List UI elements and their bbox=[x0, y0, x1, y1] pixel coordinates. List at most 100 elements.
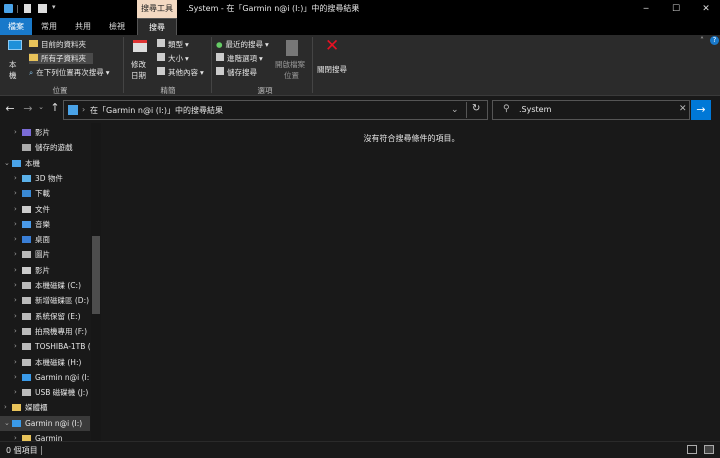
chevron-right-icon[interactable]: › bbox=[14, 339, 17, 354]
date-modified-button[interactable]: 修改 日期 bbox=[128, 38, 152, 82]
address-dropdown-icon[interactable]: ⌄ bbox=[451, 105, 459, 115]
recent-searches-button[interactable]: ● 最近的搜尋 ▾ bbox=[216, 39, 276, 50]
details-view-icon[interactable] bbox=[687, 445, 697, 454]
drive-icon bbox=[22, 343, 31, 351]
up-arrow-icon[interactable]: ↑ bbox=[49, 101, 61, 114]
tree-item[interactable]: › 影片 bbox=[0, 263, 90, 278]
tree-item[interactable]: ⌄ Garmin n@i (I:) bbox=[0, 415, 90, 431]
new-folder-icon[interactable] bbox=[38, 4, 47, 13]
chevron-down-icon[interactable]: ⌄ bbox=[4, 156, 10, 171]
chevron-right-icon[interactable]: › bbox=[14, 370, 17, 385]
save-search-label: 儲存搜尋 bbox=[227, 68, 257, 77]
tree-item[interactable]: › 下載 bbox=[0, 186, 90, 201]
tree-item[interactable]: ⌄ 本機 bbox=[0, 156, 90, 171]
tab-search[interactable]: 搜尋 bbox=[137, 18, 177, 35]
tree-item[interactable]: › 圖片 bbox=[0, 247, 90, 262]
advanced-options-label: 進階選項 bbox=[227, 54, 257, 63]
group-label-location: 位置 bbox=[52, 86, 68, 95]
chevron-right-icon[interactable]: › bbox=[14, 217, 17, 232]
libraries-icon bbox=[12, 404, 21, 412]
tree-item[interactable]: › 新增磁碟區 (D:) bbox=[0, 293, 90, 308]
tree-item[interactable]: 儲存的遊戲 bbox=[0, 140, 90, 155]
chevron-right-icon[interactable]: › bbox=[14, 263, 17, 278]
properties-icon[interactable] bbox=[24, 4, 31, 13]
address-bar[interactable]: › 在「Garmin n@i (I:)」中的搜尋結果 › ⌄ ↻ bbox=[63, 100, 488, 120]
search-box[interactable]: ⚲ .System ✕ bbox=[492, 100, 690, 120]
minimize-button[interactable]: ─ bbox=[632, 0, 660, 18]
breadcrumb-path[interactable]: 在「Garmin n@i (I:)」中的搜尋結果 bbox=[90, 105, 223, 116]
tree-item[interactable]: › 媒體櫃 bbox=[0, 400, 90, 415]
drive-icon bbox=[22, 358, 31, 366]
open-file-location-button[interactable]: 開啟檔案 位置 bbox=[274, 38, 310, 82]
size-button[interactable]: 大小 ▾ bbox=[157, 53, 197, 64]
tab-share[interactable]: 共用 bbox=[68, 18, 98, 35]
tab-view[interactable]: 檢視 bbox=[102, 18, 132, 35]
tree-item[interactable]: › 文件 bbox=[0, 202, 90, 217]
tree-item[interactable]: › Garmin n@i (I:) bbox=[0, 370, 90, 385]
other-properties-label: 其他內容 bbox=[168, 68, 198, 77]
tree-item-label: 影片 bbox=[35, 265, 50, 275]
back-arrow-icon[interactable]: ← bbox=[3, 102, 17, 115]
tree-item-label: 本機磁碟 (C:) bbox=[35, 281, 81, 290]
search-again-in-button[interactable]: ⌕ 在下列位置再次搜尋 ▾ bbox=[29, 67, 121, 78]
qat-customize-icon[interactable]: ▾ bbox=[52, 3, 56, 11]
save-search-button[interactable]: 儲存搜尋 bbox=[216, 67, 266, 78]
recent-searches-icon: ● bbox=[216, 40, 223, 49]
chevron-down-icon[interactable]: ⌄ bbox=[4, 416, 10, 431]
tree-item[interactable]: › USB 磁碟機 (J:) bbox=[0, 385, 90, 400]
chevron-right-icon[interactable]: › bbox=[14, 186, 17, 201]
all-subfolders-button[interactable]: 所有子資料夾 bbox=[29, 53, 93, 64]
this-pc-button[interactable]: 本 機 bbox=[4, 38, 24, 82]
scrollbar-thumb[interactable] bbox=[92, 236, 100, 314]
tab-home[interactable]: 常用 bbox=[34, 18, 64, 35]
close-search-button[interactable]: ✕ 關閉搜尋 bbox=[315, 36, 351, 82]
current-folder-button[interactable]: 目前的資料夾 bbox=[29, 39, 121, 50]
tree-item[interactable]: › 拍飛機專用 (F:) bbox=[0, 324, 90, 339]
chevron-right-icon[interactable]: › bbox=[4, 400, 7, 415]
recent-locations-icon[interactable]: ⌄ bbox=[37, 103, 45, 111]
tree-item[interactable]: › 系統保留 (E:) bbox=[0, 309, 90, 324]
chevron-right-icon[interactable]: › bbox=[14, 247, 17, 262]
drive-icon bbox=[22, 297, 31, 305]
tab-file[interactable]: 檔案 bbox=[0, 18, 32, 35]
refresh-icon[interactable]: ↻ bbox=[472, 103, 480, 114]
address-divider bbox=[466, 102, 467, 118]
tree-item-label: 媒體櫃 bbox=[25, 403, 48, 413]
ribbon-collapse-icon[interactable]: ˄ bbox=[700, 36, 704, 45]
advanced-options-button[interactable]: 進階選項 ▾ bbox=[216, 53, 272, 64]
tree-item[interactable]: › 影片 bbox=[0, 125, 90, 140]
chevron-right-icon[interactable]: › bbox=[14, 232, 17, 247]
chevron-right-icon[interactable]: › bbox=[14, 202, 17, 217]
tree-item[interactable]: › 本機磁碟 (C:) bbox=[0, 278, 90, 293]
desktop-icon bbox=[22, 236, 31, 244]
chevron-right-icon[interactable]: › bbox=[14, 125, 17, 140]
search-go-button[interactable]: → bbox=[691, 100, 711, 120]
chevron-right-icon[interactable]: › bbox=[14, 278, 17, 293]
help-icon[interactable]: ? bbox=[710, 36, 719, 45]
close-search-label: 關閉搜尋 bbox=[317, 65, 347, 74]
tree-item[interactable]: › TOSHIBA-1TB ( bbox=[0, 339, 90, 354]
clear-search-icon[interactable]: ✕ bbox=[679, 104, 687, 114]
current-folder-label: 目前的資料夾 bbox=[41, 40, 86, 49]
chevron-right-icon[interactable]: › bbox=[14, 385, 17, 400]
tree-item[interactable]: › 3D 物件 bbox=[0, 171, 90, 186]
tree-item[interactable]: › 桌面 bbox=[0, 232, 90, 247]
chevron-right-icon[interactable]: › bbox=[14, 309, 17, 324]
other-properties-button[interactable]: 其他內容 ▾ bbox=[157, 67, 209, 78]
forward-arrow-icon[interactable]: → bbox=[21, 102, 35, 115]
window-title: .System - 在「Garmin n@i (I:)」中的搜尋結果 bbox=[186, 4, 360, 13]
chevron-right-icon[interactable]: › bbox=[14, 293, 17, 308]
tree-item[interactable]: › 音樂 bbox=[0, 217, 90, 232]
search-input[interactable]: .System bbox=[519, 105, 551, 114]
chevron-right-icon[interactable]: › bbox=[14, 171, 17, 186]
explorer-app-icon[interactable] bbox=[4, 4, 13, 13]
close-button[interactable]: ✕ bbox=[692, 0, 720, 18]
chevron-right-icon[interactable]: › bbox=[14, 355, 17, 370]
tree-item[interactable]: › 本機磁碟 (H:) bbox=[0, 355, 90, 370]
kind-button[interactable]: 類型 ▾ bbox=[157, 39, 197, 50]
breadcrumb-chevron-icon[interactable]: › bbox=[217, 105, 220, 114]
chevron-right-icon[interactable]: › bbox=[14, 324, 17, 339]
maximize-button[interactable]: ☐ bbox=[662, 0, 690, 18]
kind-label: 類型 bbox=[168, 40, 183, 49]
large-icons-view-icon[interactable] bbox=[704, 445, 714, 454]
